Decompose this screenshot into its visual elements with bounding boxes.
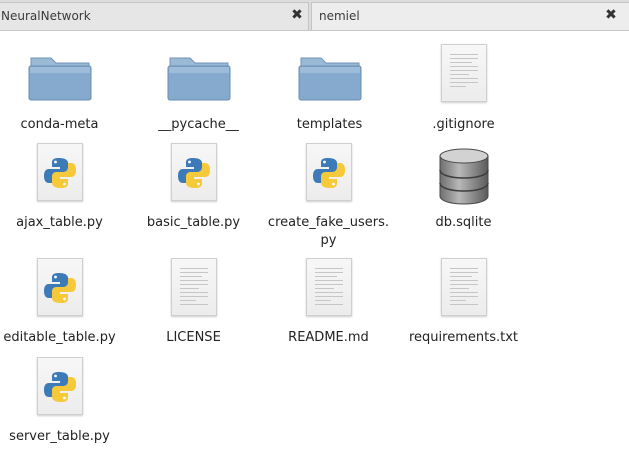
python-file-icon <box>36 357 83 415</box>
file-label: editable_table.py <box>3 330 116 345</box>
python-file-icon <box>36 258 83 316</box>
file-item-readme[interactable]: README.md <box>266 249 391 347</box>
file-item-license[interactable]: LICENSE <box>131 249 256 347</box>
folder-icon <box>167 57 230 101</box>
file-label: conda-meta <box>20 117 99 132</box>
file-label: requirements.txt <box>408 330 518 345</box>
tab-bar: NeuralNetwork ✖ nemiel ✖ <box>0 0 629 31</box>
close-icon[interactable]: ✖ <box>604 7 618 23</box>
text-document-icon <box>170 258 217 316</box>
python-file-icon <box>36 143 83 201</box>
file-label: templates <box>296 117 363 132</box>
folder-icon <box>28 57 91 101</box>
file-label: __pycache__ <box>158 117 239 132</box>
file-item-ajax-table[interactable]: ajax_table.py <box>0 134 122 232</box>
text-document-icon <box>440 258 487 316</box>
file-item-conda-meta[interactable]: conda-meta <box>0 36 122 134</box>
file-label: README.md <box>288 330 369 345</box>
file-label: server_table.py <box>9 429 110 444</box>
database-icon <box>438 148 489 205</box>
tab-label: nemiel <box>319 9 360 23</box>
text-document-icon <box>440 44 487 102</box>
file-label: create_fake_users. py <box>267 215 390 248</box>
file-label: ajax_table.py <box>16 215 103 230</box>
file-item-create-fake-users[interactable]: create_fake_users. py <box>266 134 391 250</box>
tab-nemiel[interactable]: nemiel ✖ <box>311 2 629 30</box>
tab-label: NeuralNetwork <box>1 9 91 23</box>
tab-neuralnetwork[interactable]: NeuralNetwork ✖ <box>0 2 309 30</box>
file-label: LICENSE <box>166 330 221 345</box>
file-label: basic_table.py <box>146 215 241 230</box>
file-item-editable-table[interactable]: editable_table.py <box>0 249 122 347</box>
python-file-icon <box>305 143 352 201</box>
folder-icon <box>298 57 361 101</box>
close-icon[interactable]: ✖ <box>290 7 304 23</box>
file-item-pycache[interactable]: __pycache__ <box>136 36 261 134</box>
file-item-gitignore[interactable]: .gitignore <box>401 36 526 134</box>
file-item-basic-table[interactable]: basic_table.py <box>131 134 256 232</box>
file-item-templates[interactable]: templates <box>267 36 392 134</box>
python-file-icon <box>170 143 217 201</box>
file-item-server-table[interactable]: server_table.py <box>0 348 122 446</box>
file-label: db.sqlite <box>435 215 492 230</box>
file-item-db-sqlite[interactable]: db.sqlite <box>401 134 526 232</box>
file-label: .gitignore <box>432 117 495 132</box>
text-document-icon <box>305 258 352 316</box>
file-grid: conda-meta __pycache__ templates .gitign… <box>0 32 629 461</box>
file-item-requirements[interactable]: requirements.txt <box>401 249 526 347</box>
file-manager-window: NeuralNetwork ✖ nemiel ✖ conda-meta __py… <box>0 0 629 461</box>
